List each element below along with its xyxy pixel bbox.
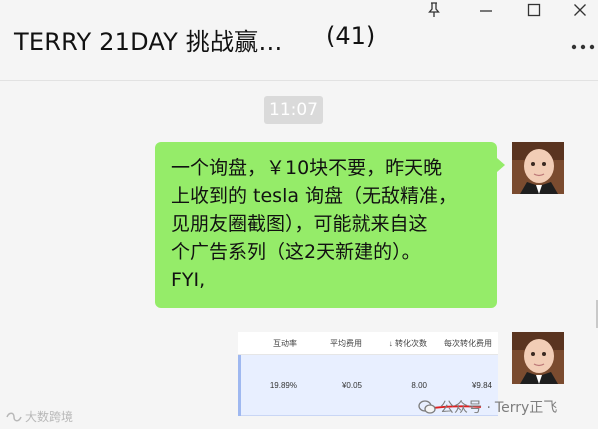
chat-title[interactable]: TERRY 21DAY 挑战赢… <box>14 22 283 57</box>
pin-icon[interactable] <box>414 0 454 20</box>
message-line: 一个询盘，￥10块不要，昨天晚 <box>171 157 443 179</box>
more-icon[interactable] <box>570 38 596 56</box>
member-count: (41) <box>326 22 376 50</box>
minimize-icon[interactable] <box>466 0 506 20</box>
avatar[interactable] <box>512 332 564 384</box>
message-bubble[interactable]: 一个询盘，￥10块不要，昨天晚 上收到的 tesla 询盘（无敌精准， 见朋友圈… <box>155 142 497 308</box>
watermark-prefix: 公众号 · <box>440 400 491 416</box>
brand-logo-icon <box>6 412 22 421</box>
table-header: 平均费用 <box>303 332 368 355</box>
watermark-left-text: 大数跨境 <box>25 410 74 424</box>
close-icon[interactable] <box>560 0 598 20</box>
message-line: 上收到的 tesla 询盘（无敌精准， <box>171 185 458 207</box>
maximize-icon[interactable] <box>514 0 554 20</box>
table-cell: ¥0.05 <box>303 354 368 416</box>
wechat-icon <box>418 400 436 414</box>
table-header: 互动率 <box>238 332 303 355</box>
table-cell: 19.89% <box>238 354 303 416</box>
message-line: 见朋友圈截图），可能就来自这 <box>171 213 428 235</box>
chat-header: TERRY 21DAY 挑战赢… (41) <box>0 0 598 81</box>
watermark-right: 公众号 · Terry正飞 <box>418 397 557 417</box>
avatar[interactable] <box>512 142 564 194</box>
row-highlight <box>238 355 241 416</box>
watermark-name: Terry正飞 <box>494 400 558 416</box>
bubble-tail <box>497 158 505 172</box>
watermark-left: 大数跨境 <box>6 408 73 425</box>
message-line: 个广告系列（这2天新建的）。 <box>171 241 421 263</box>
message-timestamp: 11:07 <box>264 96 323 124</box>
table-header: 每次转化费用 <box>433 332 498 355</box>
table-header: ↓ 转化次数 <box>368 332 433 355</box>
message-line: FYI, <box>171 269 206 291</box>
